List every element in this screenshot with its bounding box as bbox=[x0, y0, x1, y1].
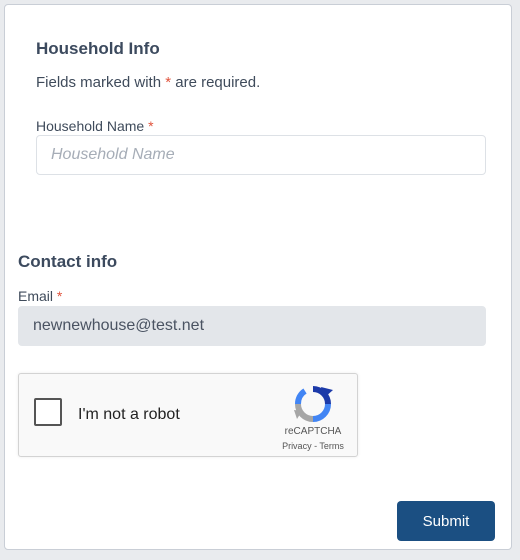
recaptcha-privacy-link[interactable]: Privacy bbox=[282, 441, 312, 451]
recaptcha-label: I'm not a robot bbox=[78, 406, 180, 423]
household-name-label: Household Name * bbox=[36, 118, 154, 134]
recaptcha-brand: reCAPTCHA bbox=[284, 426, 342, 437]
required-fields-note: Fields marked with * are required. bbox=[36, 74, 260, 91]
contact-info-title: Contact info bbox=[18, 252, 118, 271]
household-info-title: Household Info bbox=[36, 39, 160, 58]
recaptcha-links: Privacy - Terms bbox=[277, 441, 349, 451]
required-note-suffix: are required. bbox=[175, 74, 261, 91]
recaptcha-logo-icon bbox=[294, 386, 333, 422]
household-name-label-text: Household Name bbox=[36, 118, 145, 134]
required-asterisk: * bbox=[56, 288, 63, 304]
required-asterisk: * bbox=[148, 118, 154, 134]
email-label-text: Email bbox=[18, 288, 54, 304]
household-form-card: Household Info Fields marked with * are … bbox=[4, 4, 512, 550]
household-name-input[interactable] bbox=[36, 135, 486, 175]
recaptcha-checkbox[interactable] bbox=[34, 398, 62, 426]
submit-button[interactable]: Submit bbox=[397, 501, 495, 541]
email-field[interactable] bbox=[18, 306, 486, 346]
required-note-prefix: Fields marked with bbox=[36, 74, 162, 91]
recaptcha-terms-link[interactable]: Terms bbox=[319, 441, 344, 451]
required-asterisk: * bbox=[165, 74, 172, 91]
email-label: Email * bbox=[18, 288, 62, 304]
recaptcha-widget: I'm not a robot reCAPTCHA Privacy - Term… bbox=[18, 373, 358, 457]
